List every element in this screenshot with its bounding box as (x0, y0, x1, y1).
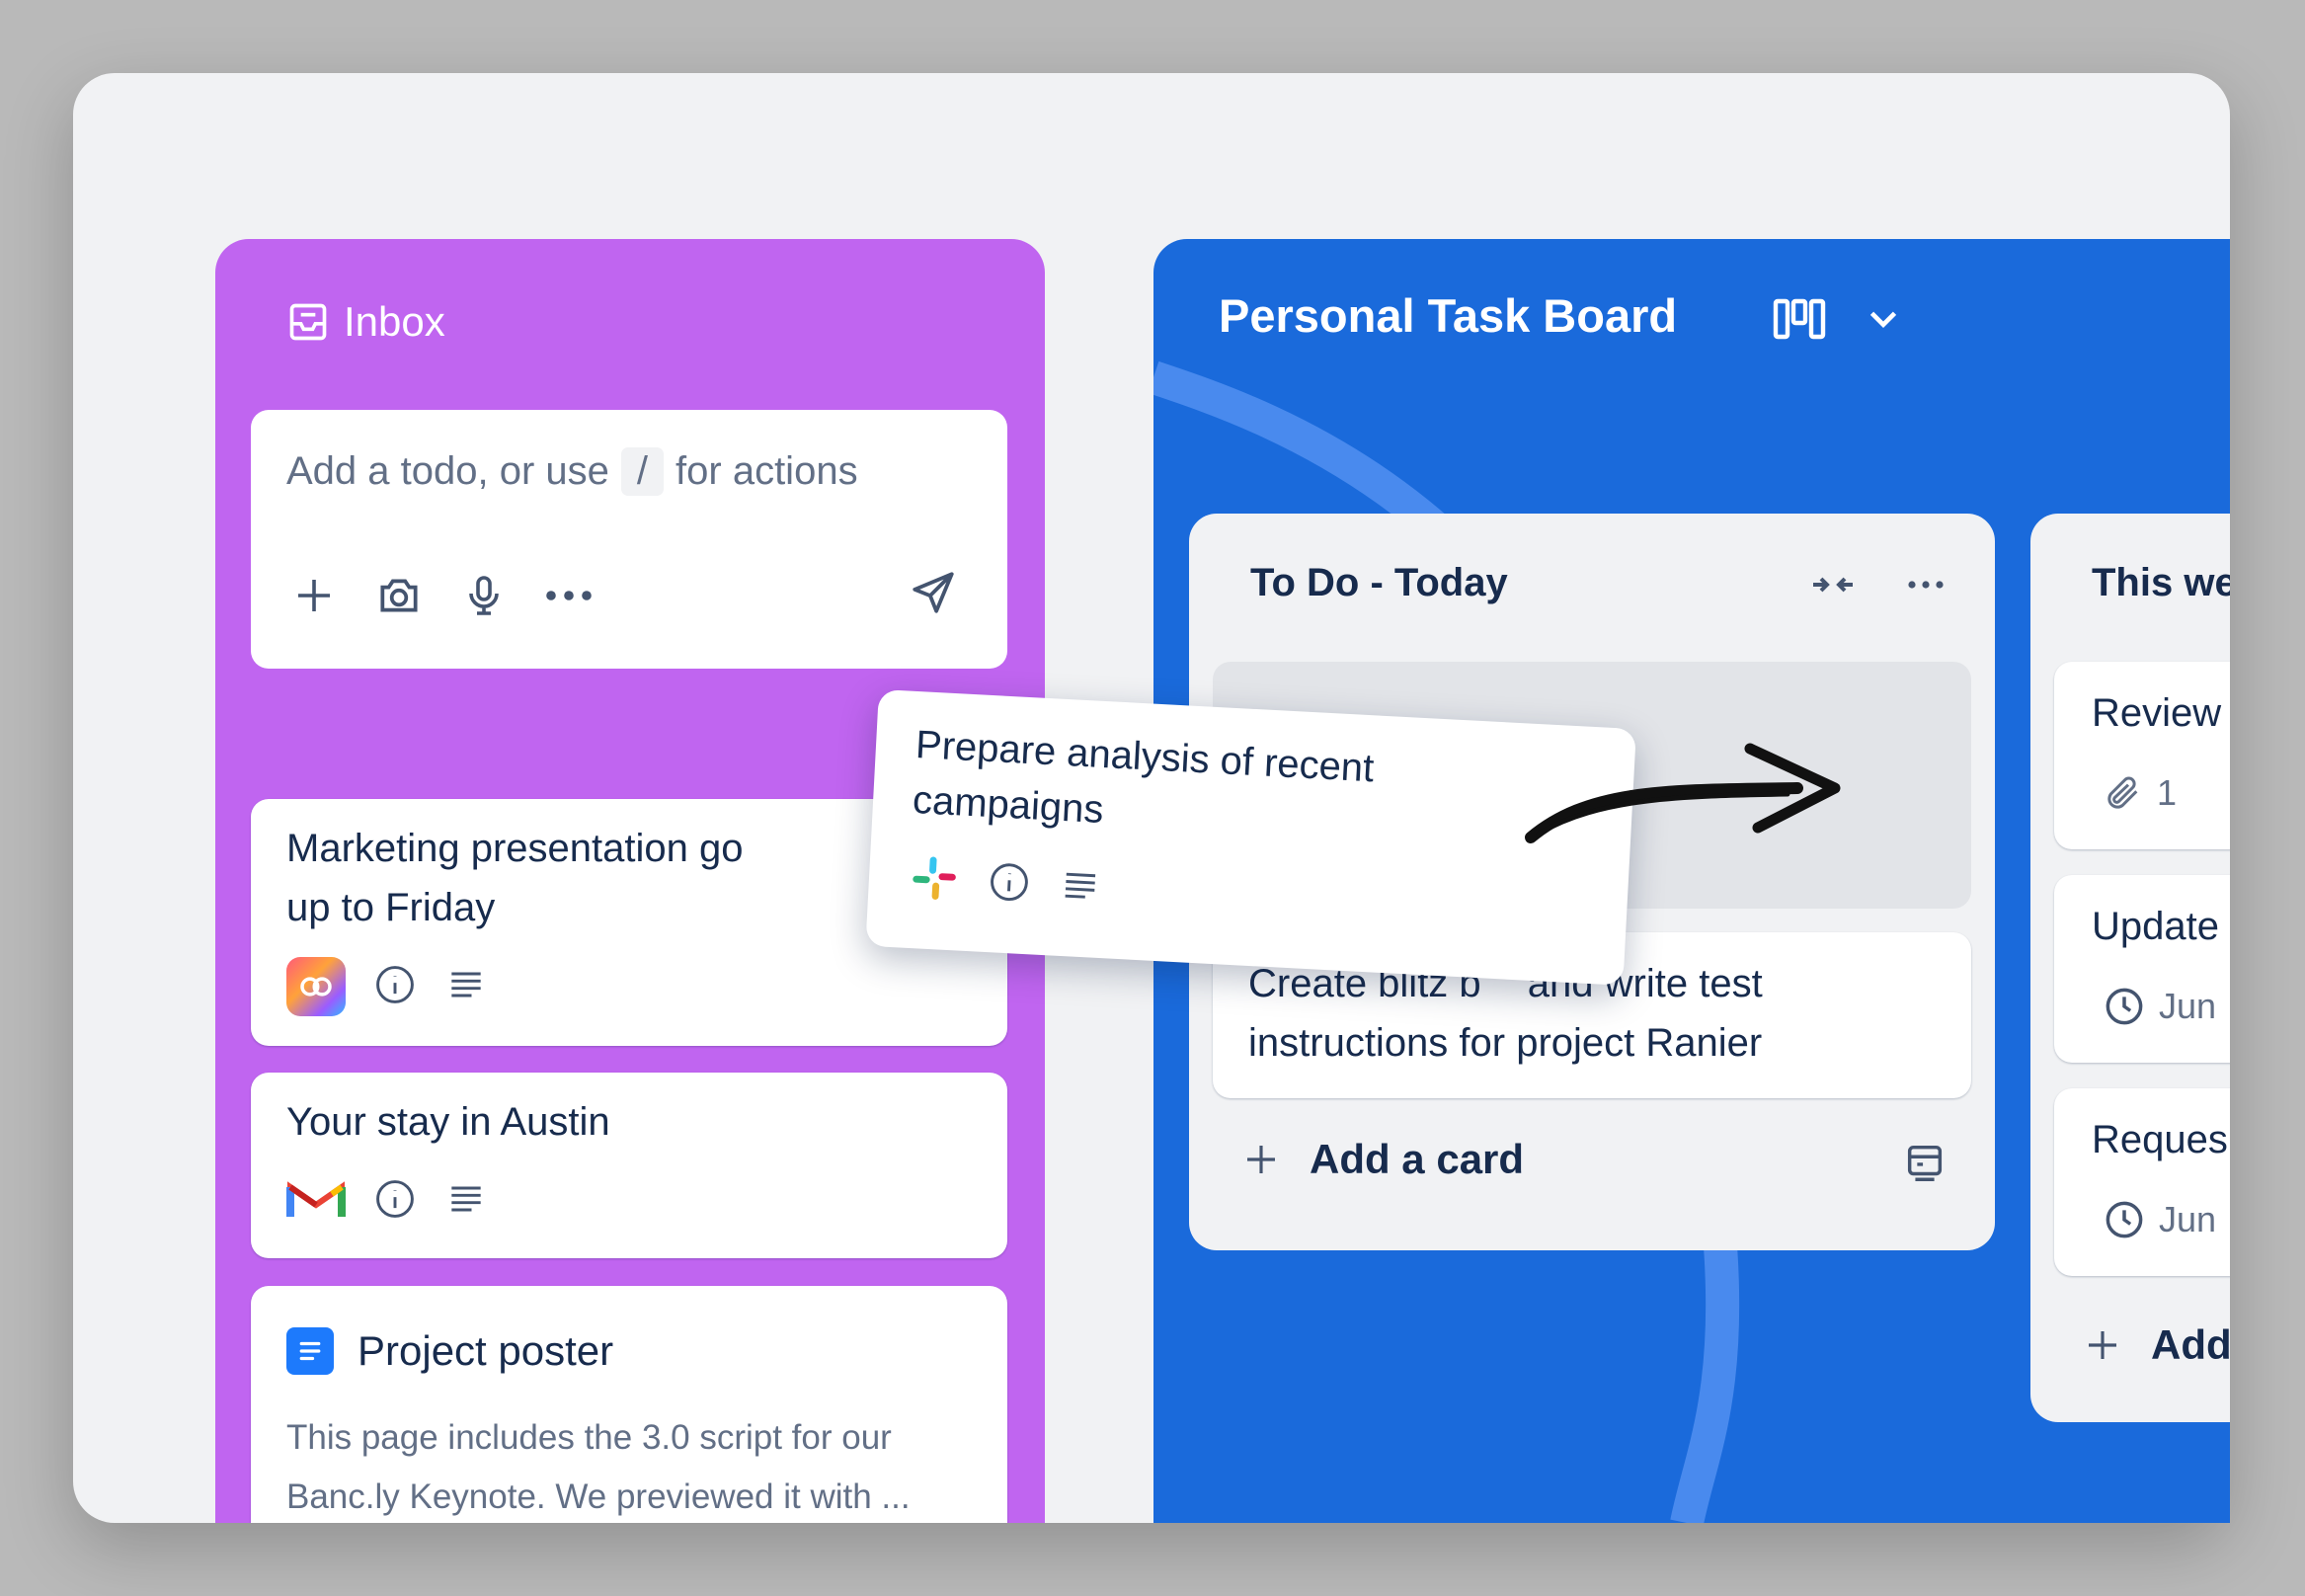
plus-icon (2089, 1331, 2116, 1359)
inbox-title: Inbox (344, 298, 445, 345)
board-title: Personal Task Board (1219, 289, 1678, 342)
gmail-icon (286, 1177, 346, 1226)
inbox-header: Inbox (286, 298, 445, 346)
list-more-icon[interactable] (1902, 561, 1949, 613)
description-icon (444, 1177, 488, 1226)
drag-arrow-icon (1525, 743, 1841, 843)
inbox-card[interactable]: Your stay in Austin (251, 1073, 1007, 1258)
list-this-week: This we Review 1 Update Jun Reques Jun A… (2030, 514, 2230, 1422)
inbox-icon (289, 303, 327, 341)
inbox-card[interactable]: Project poster This page includes the 3.… (251, 1286, 1007, 1523)
slack-icon (907, 851, 961, 911)
card-title: Update (2092, 905, 2219, 948)
card-title: Reques (2092, 1118, 2228, 1161)
description-icon (1057, 863, 1103, 914)
list-title: To Do - Today (1250, 561, 1508, 604)
todo-input[interactable]: Add a todo, or use / for actions (286, 447, 858, 496)
card-title: Your stay in Austin (286, 1100, 610, 1144)
attachment-count: 1 (2157, 772, 2178, 813)
plus-icon[interactable] (286, 568, 342, 623)
add-card-button[interactable]: Add (2082, 1321, 2230, 1369)
todo-composer[interactable]: Add a todo, or use / for actions (251, 410, 1007, 669)
creative-cloud-icon (286, 957, 346, 1016)
paperclip-icon (2107, 776, 2138, 809)
info-icon[interactable] (373, 963, 417, 1011)
confluence-page-icon (286, 1327, 334, 1375)
placeholder-text: Add a todo, or use (286, 449, 609, 493)
list-title: This we (2092, 561, 2230, 604)
composer-toolbar (286, 568, 596, 623)
clock-icon (2106, 1201, 2143, 1238)
due-date: Jun (2159, 986, 2217, 1026)
due-date: Jun (2159, 1199, 2217, 1239)
camera-icon[interactable] (371, 568, 427, 623)
card-title-line2: instructions for project Ranier (1248, 1021, 1763, 1065)
send-icon[interactable] (909, 568, 964, 623)
card-title: Project poster (358, 1327, 614, 1374)
info-icon[interactable] (373, 1177, 417, 1226)
placeholder-text-end: for actions (676, 449, 858, 493)
clock-icon (2106, 988, 2143, 1025)
card-title-line2: up to Friday (286, 886, 496, 929)
add-card-label: Add a card (1310, 1136, 1525, 1182)
chevron-down-icon[interactable] (1861, 296, 1906, 347)
card-title: Review (2092, 691, 2222, 735)
card-title: Marketing presentation go (286, 827, 744, 870)
board-card[interactable]: Review 1 (2054, 662, 2230, 849)
add-card-button[interactable]: Add a card (1240, 1136, 1524, 1183)
plus-icon (1247, 1146, 1275, 1173)
collapse-list-icon[interactable] (1809, 561, 1857, 613)
add-card-label: Add (2151, 1321, 2230, 1368)
board-view-icon[interactable] (1772, 294, 1827, 349)
card-template-icon[interactable] (1902, 1140, 1947, 1190)
info-icon[interactable] (987, 859, 1033, 910)
card-description-line2: Banc.ly Keynote. We previewed it with ..… (286, 1477, 911, 1516)
more-options-icon[interactable] (541, 568, 596, 623)
board-card[interactable]: Update Jun (2054, 875, 2230, 1063)
card-description: This page includes the 3.0 script for ou… (286, 1418, 892, 1457)
description-icon (444, 963, 488, 1011)
slash-command-hint: / (620, 447, 665, 496)
microphone-icon[interactable] (456, 568, 512, 623)
board-card[interactable]: Reques Jun (2054, 1088, 2230, 1276)
